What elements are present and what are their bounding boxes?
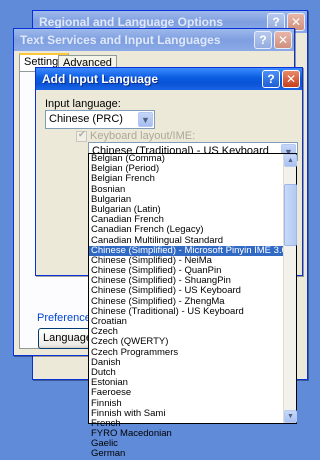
list-item[interactable]: Czech (QWERTY) (89, 337, 283, 347)
regional-title: Regional and Language Options (39, 15, 224, 29)
text-services-title-bar[interactable]: Text Services and Input Languages (14, 29, 294, 51)
list-item[interactable]: Chinese (Simplified) - QuanPin (89, 266, 283, 276)
list-item[interactable]: Canadian Multilingual Standard (89, 236, 283, 246)
help-icon: ? (267, 72, 275, 86)
input-language-label-text: Input language: (45, 98, 121, 110)
list-item[interactable]: French (89, 419, 283, 429)
scroll-up-icon[interactable]: ▲ (284, 154, 297, 167)
help-icon: ? (272, 15, 280, 29)
list-item[interactable]: German (89, 449, 283, 459)
keyboard-layout-dropdown-list[interactable]: Belgian (Comma) Belgian (Period) Belgian F… (88, 153, 297, 459)
list-item[interactable]: Bulgarian (Latin) (89, 205, 283, 215)
text-services-close-button[interactable]: ✕ (274, 31, 292, 49)
list-item[interactable]: Finnish (89, 399, 283, 409)
dropdown-scrollbar[interactable]: ▲ ▼ (283, 154, 297, 423)
list-item[interactable]: Chinese (Simplified) - NeiMa (89, 256, 283, 266)
list-item[interactable]: Bulgarian (89, 195, 283, 205)
list-item[interactable]: Chinese (Simplified) - Microsoft Pinyin … (89, 245, 283, 256)
list-item[interactable]: Croatian (89, 317, 283, 327)
list-item[interactable]: Danish (89, 358, 283, 368)
text-services-title: Text Services and Input Languages (20, 33, 221, 47)
list-item[interactable]: Belgian (Comma) (89, 154, 283, 164)
help-icon: ? (259, 33, 267, 47)
list-item[interactable]: Dutch (89, 368, 283, 378)
scroll-thumb[interactable] (284, 184, 297, 246)
close-icon: ✕ (285, 72, 297, 86)
list-item[interactable]: Chinese (Simplified) - ZhengMa (89, 297, 283, 307)
list-item[interactable]: Gaelic (89, 439, 283, 449)
list-item[interactable]: Canadian French (Legacy) (89, 225, 283, 235)
list-item[interactable]: Chinese (Simplified) - US Keyboard (89, 286, 283, 296)
dropdown-rows: Belgian (Comma) Belgian (Period) Belgian F… (89, 154, 296, 460)
text-services-help-button[interactable]: ? (254, 31, 272, 49)
close-icon: ✕ (277, 33, 289, 47)
input-language-label: Input language: (45, 98, 121, 110)
add-input-help-button[interactable]: ? (262, 70, 280, 88)
input-language-value: Chinese (PRC) (49, 113, 123, 125)
add-input-title: Add Input Language (42, 72, 158, 86)
keyboard-layout-label-text: Keyboard layout/IME: (90, 130, 196, 142)
list-item[interactable]: Bosnian (89, 185, 283, 195)
scroll-down-icon[interactable]: ▼ (284, 410, 297, 423)
list-item[interactable]: Chinese (Simplified) - ShuangPin (89, 276, 283, 286)
keyboard-layout-checkbox: ✔ (76, 129, 87, 142)
list-item[interactable]: FYRO Macedonian (89, 429, 283, 439)
list-item[interactable]: Estonian (89, 378, 283, 388)
keyboard-layout-label: Keyboard layout/IME: (90, 130, 195, 142)
chevron-down-icon[interactable]: ▼ (138, 112, 153, 127)
check-icon: ✔ (78, 129, 86, 139)
list-item[interactable]: Czech (89, 327, 283, 337)
close-icon: ✕ (290, 15, 302, 29)
add-input-close-button[interactable]: ✕ (282, 70, 300, 88)
list-item[interactable]: Chinese (Traditional) - US Keyboard (89, 307, 283, 317)
list-item[interactable]: Canadian French (89, 215, 283, 225)
list-item[interactable]: Belgian (Period) (89, 164, 283, 174)
list-item[interactable]: Belgian French (89, 174, 283, 184)
list-item[interactable]: Faeroese (89, 388, 283, 398)
list-item[interactable]: Czech Programmers (89, 348, 283, 358)
input-language-select[interactable]: Chinese (PRC) ▼ (45, 110, 155, 129)
list-item[interactable]: Finnish with Sami (89, 409, 283, 419)
